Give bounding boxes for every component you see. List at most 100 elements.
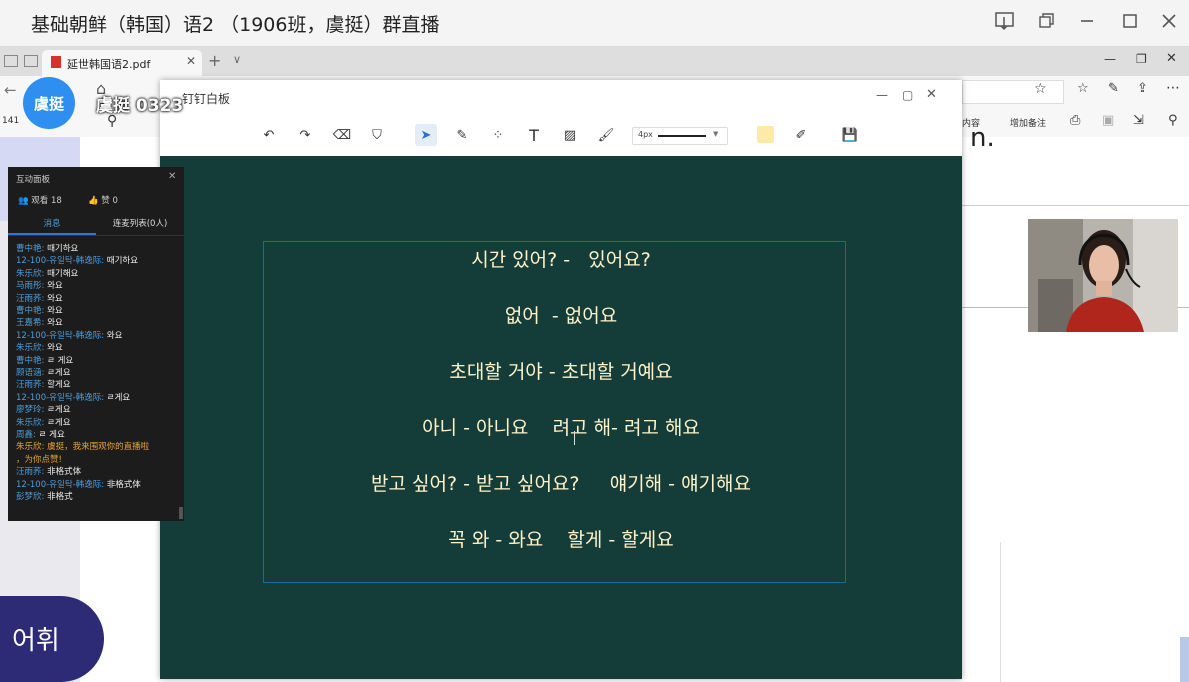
wb-close-button[interactable]: ✕ — [926, 87, 937, 102]
pen-tool-button[interactable]: ✎ — [451, 124, 473, 146]
clear-button[interactable]: ⛉ — [366, 124, 388, 146]
board-line: 시간 있어? - 있어요? — [471, 249, 651, 271]
chat-sender[interactable]: 朱乐欣: — [16, 418, 44, 428]
save-as-icon[interactable]: ⇲ — [1133, 113, 1144, 128]
page-number[interactable]: 141 — [2, 116, 19, 126]
divider — [8, 235, 184, 236]
chat-sender[interactable]: 朱乐欣: — [16, 343, 44, 353]
back-icon[interactable]: ← — [4, 81, 17, 99]
chat-sender[interactable]: 汪雨荞: — [16, 467, 44, 477]
chat-sender[interactable]: 曹中艳: — [16, 356, 44, 366]
tab-mic-list[interactable]: 连麦列表(0人) — [96, 213, 184, 235]
save-board-button[interactable]: 💾 — [839, 124, 861, 146]
chat-message: 12-100-유일탁-韩逸际: 와요 — [16, 330, 182, 342]
teacher-video[interactable] — [1028, 219, 1178, 332]
like-count-text: 赞 0 — [101, 196, 118, 206]
board-line: 받고 싶어? - 받고 싶어요? 얘기해 - 얘기해요 — [371, 473, 751, 495]
redo-button[interactable]: ↷ — [294, 124, 316, 146]
chat-sender[interactable]: 汪雨荞: — [16, 380, 44, 390]
browser-restore-button[interactable]: ❐ — [1136, 52, 1147, 66]
tab-pdf[interactable]: 延世韩国语2.pdf ✕ — [42, 50, 202, 76]
chat-sender[interactable]: 12-100-유일탁-韩逸际: — [16, 256, 104, 266]
more-icon[interactable]: ⋯ — [1166, 80, 1180, 96]
select-tool-button[interactable]: ➤ — [415, 124, 437, 146]
like-count[interactable]: 👍 赞 0 — [88, 194, 118, 206]
panel-close-icon[interactable]: ✕ — [168, 171, 176, 182]
undo-icon: ↶ — [263, 127, 275, 143]
brush-icon: 🖌 — [597, 127, 615, 143]
chat-text: 때기하요 — [47, 244, 79, 254]
print-icon[interactable]: ⎙ — [1070, 113, 1080, 128]
whiteboard-canvas[interactable]: 시간 있어? - 있어요? 없어 - 없어요 초대할 거야 - 초대할 거예요 … — [160, 156, 962, 679]
image-icon: ▨ — [563, 127, 577, 143]
chat-message: 朱乐欣: ㄹ게요 — [16, 417, 182, 429]
chat-text: ㄹ 게요 — [47, 355, 74, 366]
restore-down-button[interactable] — [1032, 8, 1062, 34]
chat-sender[interactable]: 12-100-유일탁-韩逸际: — [16, 331, 104, 341]
eraser-button[interactable]: ⌫ — [331, 124, 353, 146]
chat-text: 非格式 — [47, 492, 73, 502]
pin-toolbar-icon[interactable]: ⚲ — [1168, 113, 1178, 128]
text-cursor — [574, 431, 575, 445]
vocab-badge-label: 어휘 — [12, 626, 60, 656]
chat-sender[interactable]: 马雨彤: — [16, 281, 44, 291]
favorite-star-icon[interactable]: ☆ — [1034, 81, 1047, 97]
chat-sender[interactable]: 朱乐欣: — [16, 442, 44, 452]
chat-text: 할게요 — [47, 380, 71, 391]
chat-text: 와요 — [106, 330, 123, 341]
chat-sender[interactable]: 廖梦玲: — [16, 405, 44, 415]
edit-tool-button[interactable]: ✐ — [790, 124, 812, 146]
wb-maximize-button[interactable]: ▢ — [902, 88, 913, 102]
scrollbar[interactable] — [1180, 637, 1189, 682]
chat-sender[interactable]: 顾语涵: — [16, 368, 44, 378]
text-icon: T — [529, 125, 539, 145]
chat-sender[interactable]: 周鑫: — [16, 430, 36, 440]
chat-sender[interactable]: 曹中艳: — [16, 306, 44, 316]
chat-sender[interactable]: 朱乐欣: — [16, 269, 44, 279]
tab-dropdown-icon[interactable]: ∨ — [233, 53, 241, 66]
pen-size-select[interactable]: 4px ▼ — [632, 127, 728, 145]
add-note-button[interactable]: 增加备注 — [1010, 116, 1046, 129]
divider — [959, 205, 1189, 206]
chat-message: 曹中艳: 와요 — [16, 305, 182, 317]
shapes-tool-button[interactable]: ⁘ — [487, 124, 509, 146]
close-button[interactable] — [1154, 8, 1184, 34]
scrollbar[interactable] — [179, 507, 183, 519]
browser-tabstrip: 延世韩国语2.pdf ✕ + ∨ — ❐ ✕ — [0, 47, 1189, 76]
chat-sender[interactable]: 曹中艳: — [16, 244, 44, 254]
chat-sender[interactable]: 12-100-유일탁-韩逸际: — [16, 393, 104, 403]
new-tab-button[interactable]: + — [208, 51, 221, 70]
tab-actions-icon[interactable] — [4, 55, 18, 67]
chat-sender[interactable]: 王嘉希: — [16, 318, 44, 328]
share-icon[interactable]: ⇪ — [1137, 81, 1148, 96]
pin-window-icon — [995, 12, 1014, 31]
chat-message: 周鑫: ㄹ 게요 — [16, 429, 182, 441]
undo-button[interactable]: ↶ — [258, 124, 280, 146]
image-tool-button[interactable]: ▨ — [559, 124, 581, 146]
browser-minimize-button[interactable]: — — [1104, 52, 1116, 66]
tab-close-icon[interactable]: ✕ — [186, 54, 196, 68]
chat-text: 非格式体 — [106, 479, 141, 490]
chat-sender[interactable]: 汪雨荞: — [16, 294, 44, 304]
wb-minimize-button[interactable]: — — [876, 88, 888, 102]
text-tool-button[interactable]: T — [523, 124, 545, 146]
chat-sender[interactable]: 12-100-유일탁-韩逸际: — [16, 480, 104, 490]
pen-note-icon[interactable]: ✎ — [1108, 81, 1119, 96]
pin-window-button[interactable] — [990, 8, 1020, 34]
save-pdf-icon[interactable]: ▣ — [1102, 113, 1114, 128]
tab-messages[interactable]: 消息 — [8, 213, 96, 235]
streamer-avatar[interactable]: 虞挺 — [23, 77, 75, 129]
minimize-button[interactable] — [1072, 8, 1102, 34]
cursor-icon: ➤ — [420, 127, 432, 143]
chat-message: 12-100-유일탁-韩逸际: ㄹ게요 — [16, 392, 182, 404]
tab-label: 延世韩国语2.pdf — [67, 58, 151, 71]
address-field[interactable] — [962, 80, 1064, 104]
chat-text: ㄹ게요 — [47, 368, 71, 378]
maximize-button[interactable] — [1115, 8, 1145, 34]
tab-list-icon[interactable] — [24, 55, 38, 67]
chat-sender[interactable]: 彭梦欣: — [16, 492, 44, 502]
favorites-bar-icon[interactable]: ☆ — [1077, 81, 1089, 96]
brush-tool-button[interactable]: 🖌 — [595, 124, 617, 146]
color-swatch[interactable] — [757, 126, 774, 143]
browser-close-button[interactable]: ✕ — [1166, 51, 1177, 66]
